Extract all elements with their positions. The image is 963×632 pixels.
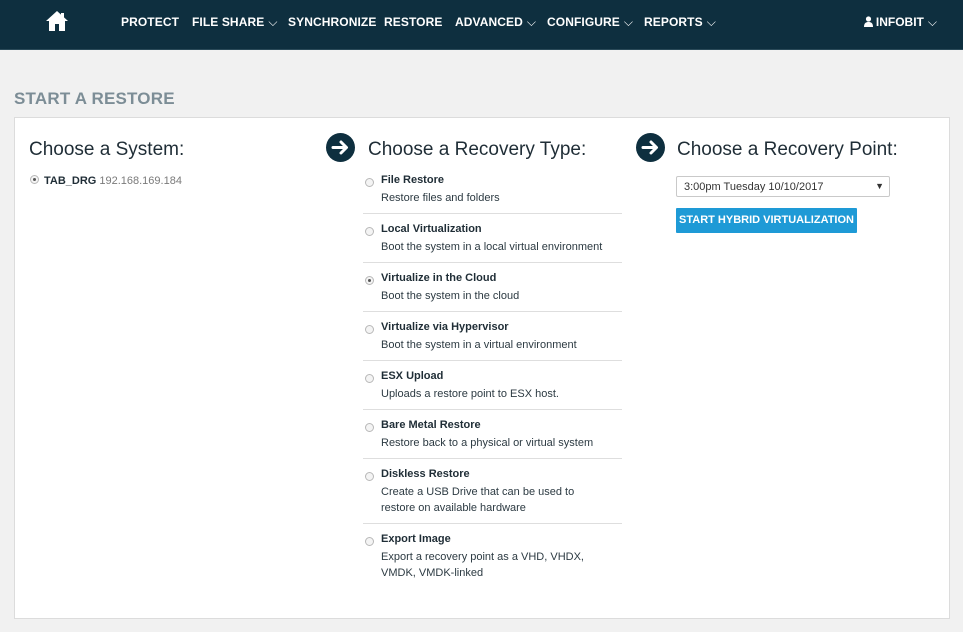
recovery-type-radio[interactable] bbox=[365, 537, 374, 546]
recovery-type-title: File Restore bbox=[381, 174, 444, 186]
system-name: TAB_DRG bbox=[44, 175, 97, 187]
recovery-type-title: ESX Upload bbox=[381, 370, 444, 382]
divider bbox=[363, 311, 622, 312]
divider bbox=[363, 262, 622, 263]
recovery-type-radio[interactable] bbox=[365, 472, 374, 481]
nav-item-restore[interactable]: RESTORE bbox=[384, 15, 443, 29]
home-icon[interactable] bbox=[45, 10, 69, 32]
choose-recovery-type-heading: Choose a Recovery Type: bbox=[368, 139, 587, 160]
chevron-down-icon: ⌵ bbox=[706, 15, 716, 29]
recovery-type-title: Virtualize in the Cloud bbox=[381, 272, 497, 284]
divider bbox=[363, 213, 622, 214]
nav-item-protect[interactable]: PROTECT bbox=[121, 15, 179, 29]
recovery-type-title: Bare Metal Restore bbox=[381, 419, 481, 431]
nav-item-file-share[interactable]: FILE SHARE ⌵ bbox=[192, 15, 278, 30]
recovery-type-radio[interactable] bbox=[365, 423, 374, 432]
divider bbox=[363, 360, 622, 361]
nav-item-synchronize[interactable]: SYNCHRONIZE bbox=[288, 15, 376, 29]
system-radio[interactable] bbox=[30, 175, 39, 184]
system-ip: 192.168.169.184 bbox=[99, 175, 182, 187]
nav-item-configure[interactable]: CONFIGURE ⌵ bbox=[547, 15, 633, 30]
chevron-down-icon: ⌵ bbox=[927, 15, 937, 29]
recovery-type-radio[interactable] bbox=[365, 178, 374, 187]
recovery-type-radio[interactable] bbox=[365, 325, 374, 334]
nav-label: REPORTS bbox=[644, 15, 703, 29]
nav-item-advanced[interactable]: ADVANCED ⌵ bbox=[455, 15, 536, 30]
recovery-type-radio[interactable] bbox=[365, 276, 374, 285]
recovery-type-description: Boot the system in a local virtual envir… bbox=[381, 241, 603, 253]
divider bbox=[363, 523, 622, 524]
arrow-right-circle-icon bbox=[326, 133, 355, 162]
arrow-right-circle-icon bbox=[636, 133, 665, 162]
page-title: START A RESTORE bbox=[14, 89, 175, 108]
user-icon bbox=[863, 16, 873, 27]
recovery-type-title: Local Virtualization bbox=[381, 223, 482, 235]
nav-label: RESTORE bbox=[384, 15, 443, 29]
choose-system-heading: Choose a System: bbox=[29, 139, 185, 160]
nav-label: CONFIGURE bbox=[547, 15, 620, 29]
chevron-down-icon: ⌵ bbox=[623, 15, 634, 29]
recovery-type-title: Diskless Restore bbox=[381, 468, 470, 480]
recovery-type-description: Restore files and folders bbox=[381, 192, 500, 204]
top-navigation-bar: PROTECT FILE SHARE ⌵ SYNCHRONIZE RESTORE … bbox=[0, 0, 963, 50]
recovery-type-description: Export a recovery point as a VHD, VHDX, … bbox=[381, 551, 584, 579]
recovery-type-radio[interactable] bbox=[365, 227, 374, 236]
choose-recovery-point-heading: Choose a Recovery Point: bbox=[677, 139, 898, 160]
chevron-down-icon: ⌵ bbox=[268, 15, 278, 29]
recovery-type-description: Uploads a restore point to ESX host. bbox=[381, 388, 559, 400]
nav-label: FILE SHARE bbox=[192, 15, 265, 29]
chevron-down-icon: ⌵ bbox=[526, 15, 537, 29]
restore-panel: Choose a System: TAB_DRG 192.168.169.184 … bbox=[14, 117, 950, 619]
nav-item-reports[interactable]: REPORTS ⌵ bbox=[644, 15, 716, 30]
recovery-point-select[interactable]: 3:00pm Tuesday 10/10/2017 ▼ bbox=[676, 176, 890, 197]
recovery-type-radio[interactable] bbox=[365, 374, 374, 383]
recovery-type-title: Virtualize via Hypervisor bbox=[381, 321, 509, 333]
recovery-type-description: Restore back to a physical or virtual sy… bbox=[381, 437, 594, 449]
nav-label: ADVANCED bbox=[455, 15, 523, 29]
recovery-type-description: Boot the system in the cloud bbox=[381, 290, 520, 302]
nav-label: PROTECT bbox=[121, 15, 180, 29]
divider bbox=[363, 409, 622, 410]
recovery-type-description: Create a USB Drive that can be used to r… bbox=[381, 486, 575, 514]
user-name: INFOBIT bbox=[875, 15, 924, 29]
divider bbox=[363, 458, 622, 459]
caret-down-icon: ▼ bbox=[875, 181, 884, 191]
recovery-type-description: Boot the system in a virtual environment bbox=[381, 339, 577, 351]
recovery-point-value: 3:00pm Tuesday 10/10/2017 bbox=[684, 181, 824, 193]
nav-label: SYNCHRONIZE bbox=[288, 15, 377, 29]
recovery-type-title: Export Image bbox=[381, 533, 451, 545]
start-hybrid-virtualization-button[interactable]: START HYBRID VIRTUALIZATION bbox=[676, 208, 857, 233]
system-option[interactable]: TAB_DRG 192.168.169.184 bbox=[30, 175, 182, 187]
user-menu[interactable]: INFOBIT ⌵ bbox=[863, 15, 937, 30]
